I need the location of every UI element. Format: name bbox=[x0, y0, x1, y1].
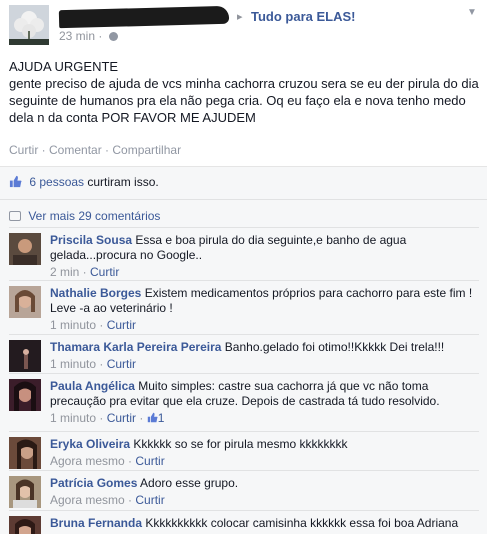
thumbs-up-icon bbox=[9, 175, 22, 188]
comment-meta: Agora mesmo · Curtir bbox=[50, 493, 165, 507]
comment-bubble-icon bbox=[9, 211, 21, 221]
commenter-avatar[interactable] bbox=[9, 437, 41, 469]
view-more-comments-link[interactable]: Ver mais 29 comentários bbox=[28, 209, 160, 223]
author-avatar[interactable] bbox=[9, 5, 49, 45]
comment-meta: 1 minuto · Curtir bbox=[50, 357, 137, 371]
view-more-comments[interactable]: Ver mais 29 comentários bbox=[9, 209, 160, 223]
post-header: ▸ Tudo para ELAS! 23 min · ▼ bbox=[9, 5, 479, 47]
comment-time[interactable]: 1 minuto bbox=[50, 411, 96, 425]
comment-author[interactable]: Eryka Oliveira bbox=[50, 437, 130, 451]
comment-author[interactable]: Bruna Fernanda bbox=[50, 516, 142, 530]
redacted-author-name bbox=[58, 5, 230, 29]
post-meta: 23 min · bbox=[59, 29, 118, 43]
comment-button[interactable]: Comentar bbox=[49, 143, 102, 157]
like-button[interactable]: Curtir bbox=[9, 143, 38, 157]
avatar-flower-icon bbox=[9, 5, 49, 45]
comment-like-number: 1 bbox=[157, 411, 165, 425]
post-options-chevron-icon[interactable]: ▼ bbox=[465, 7, 479, 19]
actions-sep: · bbox=[101, 143, 113, 157]
comment-item: Thamara Karla Pereira Pereira Banho.gela… bbox=[9, 334, 479, 372]
comment-item: Eryka Oliveira Kkkkkk so se for pirula m… bbox=[9, 431, 479, 469]
audience-globe-icon[interactable] bbox=[108, 32, 118, 41]
commenter-avatar[interactable] bbox=[9, 233, 41, 265]
comment-time[interactable]: 2 min bbox=[50, 265, 79, 279]
post-actions: Curtir · Comentar · Compartilhar bbox=[9, 143, 181, 157]
comment-author[interactable]: Paula Angélica bbox=[50, 379, 135, 393]
comment-meta: 1 minuto · Curtir bbox=[50, 318, 137, 332]
comment-like-button[interactable]: Curtir bbox=[90, 265, 119, 279]
post-body: AJUDA URGENTE gente preciso de ajuda de … bbox=[9, 58, 481, 126]
comment-item: Bruna Fernanda Kkkkkkkkkk colocar camisi… bbox=[9, 510, 479, 534]
comment-author[interactable]: Patrícia Gomes bbox=[50, 476, 137, 490]
divider bbox=[0, 199, 487, 200]
comment-author[interactable]: Thamara Karla Pereira Pereira bbox=[50, 340, 221, 354]
likers-link[interactable]: 6 pessoas bbox=[29, 175, 84, 189]
commenter-avatar[interactable] bbox=[9, 340, 41, 372]
comment-like-button[interactable]: Curtir bbox=[135, 454, 164, 468]
comment-author[interactable]: Nathalie Borges bbox=[50, 286, 141, 300]
comment-author[interactable]: Priscila Sousa bbox=[50, 233, 132, 247]
comment-like-button[interactable]: Curtir bbox=[107, 318, 136, 332]
post-text: AJUDA URGENTE gente preciso de ajuda de … bbox=[9, 59, 479, 125]
comment-like-count[interactable]: 1 bbox=[147, 411, 165, 425]
comment-time[interactable]: 1 minuto bbox=[50, 357, 96, 371]
actions-sep: · bbox=[38, 143, 50, 157]
commenter-avatar[interactable] bbox=[9, 379, 41, 411]
commenter-avatar[interactable] bbox=[9, 516, 41, 534]
comment-item: Paula Angélica Muito simples: castre sua… bbox=[9, 373, 479, 426]
group-link[interactable]: Tudo para ELAS! bbox=[251, 9, 355, 24]
commenter-avatar[interactable] bbox=[9, 476, 41, 508]
comment-text: Banho.gelado foi otimo!!Kkkkk Dei trela!… bbox=[224, 340, 445, 354]
post-timestamp[interactable]: 23 min bbox=[59, 29, 95, 43]
comment-item: Nathalie Borges Existem medicamentos pró… bbox=[9, 280, 479, 333]
meta-separator: · bbox=[98, 29, 103, 43]
thumbs-up-icon bbox=[147, 412, 158, 423]
comment-item: Patrícia Gomes Adoro esse grupo. Agora m… bbox=[9, 470, 479, 508]
share-button[interactable]: Compartilhar bbox=[112, 143, 181, 157]
comment-meta: Agora mesmo · Curtir bbox=[50, 454, 165, 468]
comment-text: Adoro esse grupo. bbox=[140, 476, 239, 490]
comment-time[interactable]: Agora mesmo bbox=[50, 454, 125, 468]
comment-meta: 2 min · Curtir bbox=[50, 265, 120, 279]
comment-text: Kkkkkkkkkk colocar camisinha kkkkkk essa… bbox=[145, 516, 459, 530]
comment-meta: 1 minuto · Curtir · 1 bbox=[50, 411, 165, 425]
likes-suffix: curtiram isso. bbox=[84, 175, 159, 189]
commenter-avatar[interactable] bbox=[9, 286, 41, 318]
comment-like-button[interactable]: Curtir bbox=[107, 357, 136, 371]
comment-like-button[interactable]: Curtir bbox=[107, 411, 136, 425]
comment-text: Kkkkkk so se for pirula mesmo kkkkkkkk bbox=[133, 437, 348, 451]
share-arrow-icon: ▸ bbox=[237, 11, 243, 23]
comment-time[interactable]: 1 minuto bbox=[50, 318, 96, 332]
comment-time[interactable]: Agora mesmo bbox=[50, 493, 125, 507]
comment-like-button[interactable]: Curtir bbox=[135, 493, 164, 507]
likes-summary: 6 pessoas curtiram isso. bbox=[9, 175, 159, 189]
comment-item: Priscila Sousa Essa e boa pirula do dia … bbox=[9, 227, 479, 280]
comments-section: 6 pessoas curtiram isso. Ver mais 29 com… bbox=[0, 166, 487, 534]
